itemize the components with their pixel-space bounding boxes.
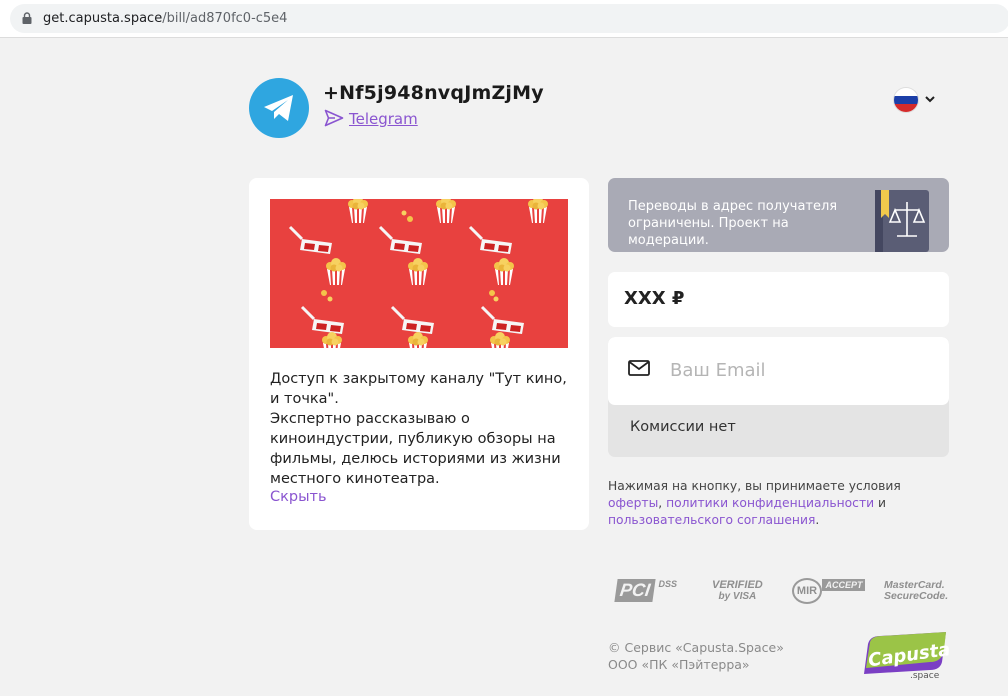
mir-text: MIR xyxy=(792,578,822,604)
flag-ru-icon xyxy=(894,88,918,112)
telegram-avatar xyxy=(249,78,309,138)
footer-line-1: © Сервис «Capusta.Space» xyxy=(608,640,784,655)
mastercard-securecode-logo: MasterCard. SecureCode. xyxy=(884,580,948,602)
email-block: Комиссии нет xyxy=(608,337,949,457)
send-icon xyxy=(324,109,344,127)
address-url[interactable]: get.capusta.space/bill/ad870fc0-c5e4 xyxy=(43,11,287,26)
privacy-policy-link[interactable]: политики конфиденциальности xyxy=(666,496,874,510)
chevron-down-icon xyxy=(925,96,935,103)
cover-image xyxy=(270,199,568,348)
dss-text: DSS xyxy=(658,579,677,589)
amount-value: XXX ₽ xyxy=(624,288,685,309)
description-card: Доступ к закрытому каналу "Тут кино, и т… xyxy=(249,178,589,530)
mail-icon xyxy=(628,360,650,376)
law-book-icon xyxy=(875,190,929,252)
securecode-text: SecureCode. xyxy=(884,590,949,602)
terms-text: Нажимая на кнопку, вы принимаете условия… xyxy=(608,478,953,529)
capusta-logo[interactable]: Capusta .space xyxy=(860,632,950,680)
verified-text: VERIFIED xyxy=(712,579,763,591)
moderation-notice: Переводы в адрес получателя ограничены. … xyxy=(608,178,949,252)
account-name: +Nf5j948nvqJmZjMy xyxy=(323,82,544,104)
telegram-link[interactable]: Telegram xyxy=(349,110,418,128)
amount-field[interactable]: XXX ₽ xyxy=(608,272,949,327)
hide-description-link[interactable]: Скрыть xyxy=(270,489,327,505)
mir-accept-logo: MIR ACCEPT xyxy=(792,578,866,604)
offer-link[interactable]: оферты xyxy=(608,496,658,510)
browser-url-bar: get.capusta.space/bill/ad870fc0-c5e4 xyxy=(0,0,1008,38)
description-line-2: Экспертно рассказываю о киноиндустрии, п… xyxy=(270,411,561,487)
pci-text: PCI xyxy=(614,579,656,602)
language-selector[interactable] xyxy=(893,88,939,114)
popcorn-pattern xyxy=(288,199,549,348)
pci-dss-logo: PCI DSS xyxy=(614,579,677,602)
accept-text: ACCEPT xyxy=(822,579,866,591)
email-field-wrapper[interactable] xyxy=(608,337,949,405)
notice-text: Переводы в адрес получателя ограничены. … xyxy=(628,199,838,248)
terms-sep-2: и xyxy=(874,496,886,510)
url-path: /bill/ad870fc0-c5e4 xyxy=(162,11,288,26)
email-input[interactable] xyxy=(670,356,930,384)
terms-suffix: . xyxy=(815,513,820,527)
description-text: Доступ к закрытому каналу "Тут кино, и т… xyxy=(270,369,570,489)
by-visa-text: by VISA xyxy=(718,591,757,602)
description-line-1: Доступ к закрытому каналу "Тут кино, и т… xyxy=(270,371,567,407)
footer-line-2: ООО «ПК «Пэйтерра» xyxy=(608,657,750,672)
user-agreement-link[interactable]: пользовательского соглашения xyxy=(608,513,815,527)
lock-icon xyxy=(22,12,32,24)
logo-sub-text: .space xyxy=(910,671,940,680)
payment-logos: PCI DSS VERIFIED by VISA MIR ACCEPT Mast… xyxy=(608,574,949,610)
fee-text: Комиссии нет xyxy=(630,419,736,435)
terms-prefix: Нажимая на кнопку, вы принимаете условия xyxy=(608,479,901,493)
footer-copyright: © Сервис «Capusta.Space» ООО «ПК «Пэйтер… xyxy=(608,639,784,673)
telegram-icon xyxy=(264,95,293,121)
url-host: get.capusta.space xyxy=(43,11,163,26)
verified-by-visa-logo: VERIFIED by VISA xyxy=(712,579,763,603)
terms-sep-1: , xyxy=(658,496,667,510)
